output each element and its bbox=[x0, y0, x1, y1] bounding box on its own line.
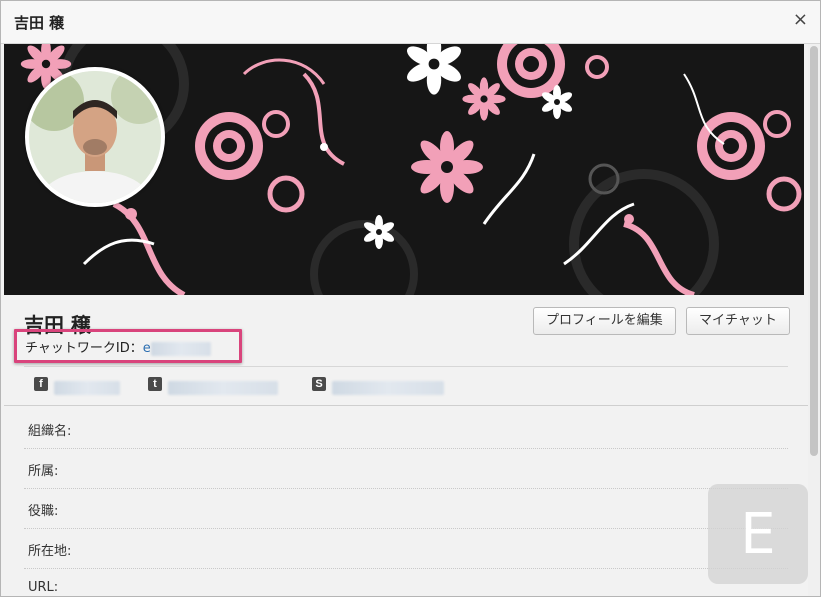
field-organization: 組織名: bbox=[24, 408, 788, 449]
redacted-id bbox=[150, 341, 211, 356]
redacted-facebook bbox=[54, 377, 120, 396]
my-chat-button[interactable]: マイチャット bbox=[686, 307, 790, 335]
field-label: 所在地: bbox=[28, 544, 72, 559]
edit-profile-button[interactable]: プロフィールを編集 bbox=[533, 307, 676, 335]
chatwork-id-value[interactable]: e bbox=[143, 341, 151, 356]
profile-content: 吉田 穣 プロフィールを編集 マイチャット チャットワークID：e f t S … bbox=[4, 295, 808, 596]
redacted-twitter bbox=[168, 377, 278, 396]
chatwork-id-highlight: チャットワークID：e bbox=[14, 329, 242, 363]
profile-dialog: 吉田 穣 × 吉田 穣 プロフィールを編集 マイチャット チャットワークID：e… bbox=[0, 0, 821, 597]
dialog-titlebar: 吉田 穣 × bbox=[1, 1, 820, 44]
facebook-icon: f bbox=[34, 377, 48, 391]
field-label: 役職: bbox=[28, 504, 59, 519]
field-label: 所属: bbox=[28, 464, 59, 479]
close-icon[interactable]: × bbox=[793, 11, 808, 29]
divider bbox=[24, 366, 788, 367]
scrollbar-thumb[interactable] bbox=[810, 46, 818, 456]
chatwork-id-label: チャットワークID： bbox=[25, 341, 143, 356]
twitter-icon: t bbox=[148, 377, 162, 391]
watermark-logo: E bbox=[708, 484, 808, 584]
watermark-letter: E bbox=[740, 502, 776, 567]
avatar[interactable] bbox=[25, 67, 165, 207]
section-divider bbox=[4, 405, 808, 406]
avatar-photo bbox=[29, 71, 161, 203]
scrollbar[interactable] bbox=[808, 44, 820, 596]
skype-icon: S bbox=[312, 377, 326, 391]
field-label: URL: bbox=[28, 580, 59, 595]
field-position: 役職: bbox=[24, 488, 788, 529]
chatwork-id: チャットワークID：e bbox=[25, 337, 211, 356]
field-label: 組織名: bbox=[28, 424, 72, 439]
field-location: 所在地: bbox=[24, 528, 788, 569]
redacted-skype bbox=[332, 377, 444, 396]
field-department: 所属: bbox=[24, 448, 788, 489]
dialog-title: 吉田 穣 bbox=[14, 14, 65, 32]
field-url: URL: bbox=[24, 568, 788, 596]
